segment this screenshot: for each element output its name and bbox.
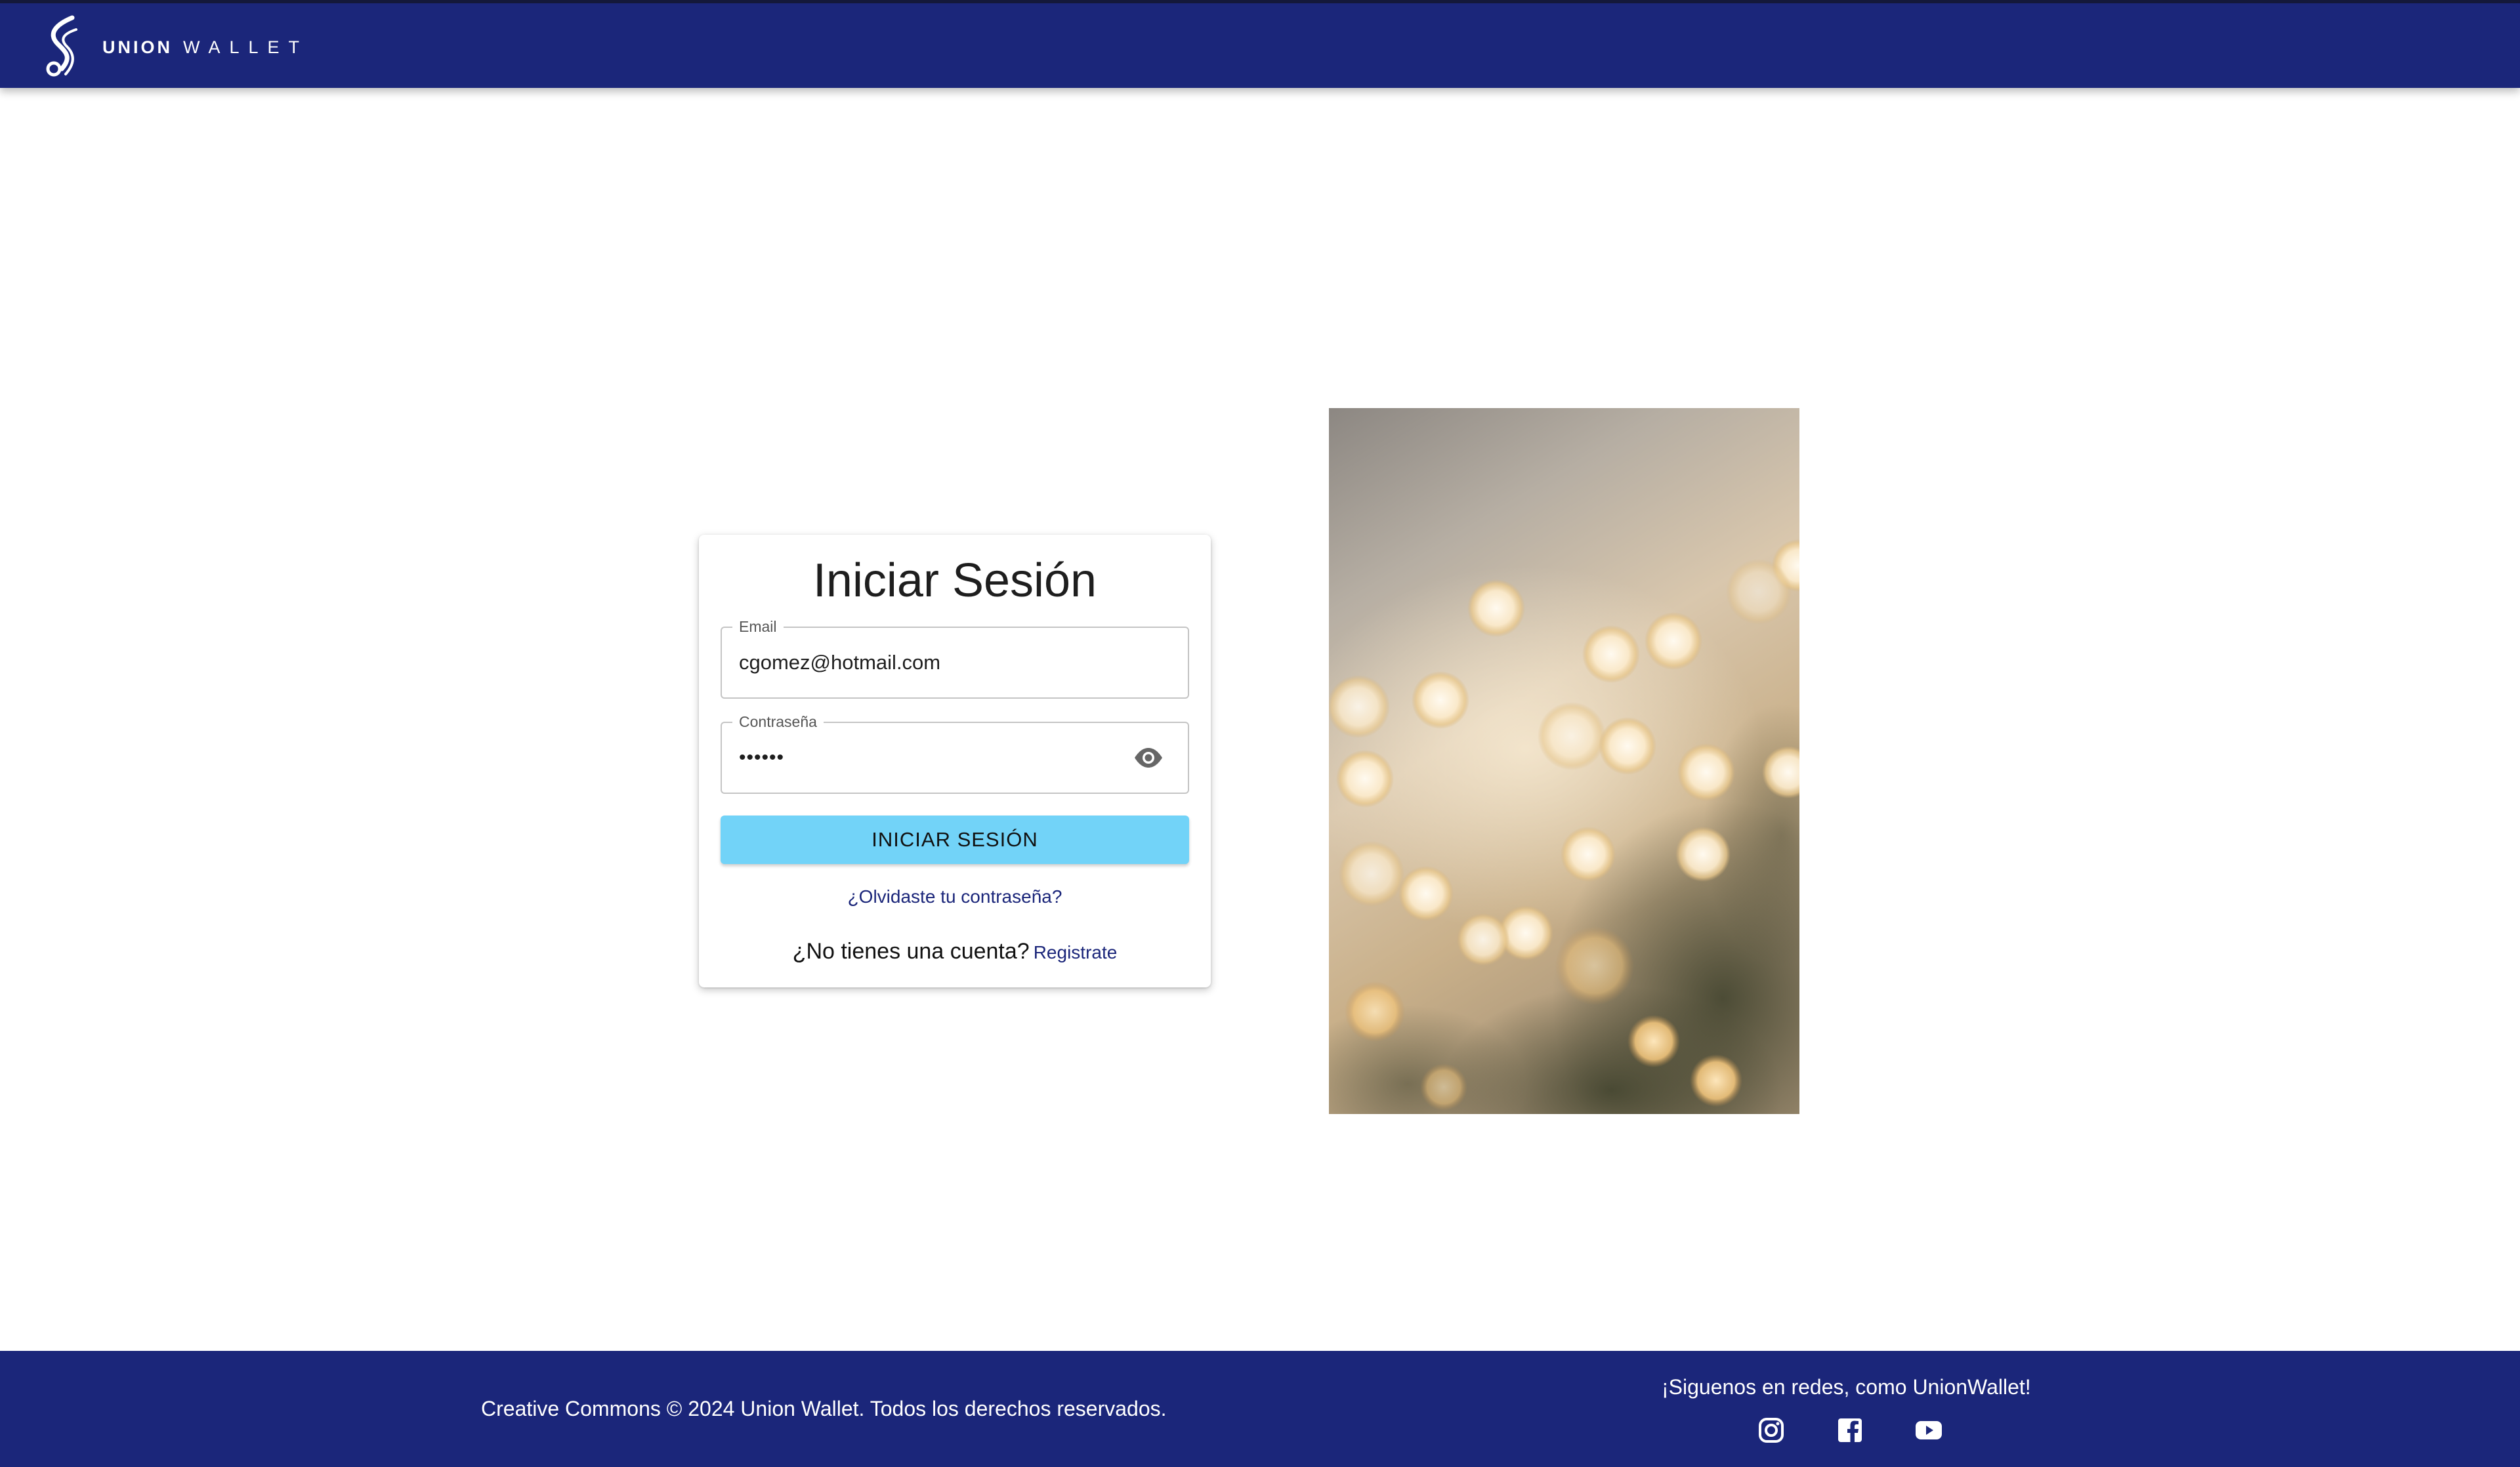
forgot-password-link[interactable]: ¿Olvidaste tu contraseña? — [699, 884, 1211, 910]
register-prompt: ¿No tienes una cuenta? Registrate — [699, 935, 1211, 969]
register-link[interactable]: Registrate — [1034, 942, 1118, 962]
union-wallet-s-icon — [46, 15, 77, 77]
instagram-icon — [1759, 1418, 1784, 1443]
password-field[interactable]: Contraseña — [721, 712, 1189, 794]
top-app-bar: UNION WALLET — [0, 0, 2520, 88]
brand-name-wallet: WALLET — [183, 37, 309, 57]
brand-name-union: UNION — [102, 37, 173, 57]
bokeh-lights-photo — [1329, 408, 1799, 1114]
facebook-link[interactable] — [1834, 1415, 1866, 1446]
youtube-link[interactable] — [1913, 1415, 1944, 1446]
email-field[interactable]: Email — [721, 617, 1189, 699]
youtube-icon — [1916, 1421, 1942, 1439]
login-submit-button[interactable]: INICIAR SESIÓN — [721, 816, 1189, 864]
brand-name: UNION WALLET — [102, 37, 308, 58]
follow-us-text: ¡Siguenos en redes, como UnionWallet! — [1662, 1375, 2031, 1399]
no-account-text: ¿No tienes una cuenta? — [792, 939, 1030, 964]
email-input[interactable] — [739, 628, 1133, 697]
brand-logo[interactable]: UNION WALLET — [42, 15, 308, 79]
login-title: Iniciar Sesión — [812, 554, 1097, 607]
eye-icon — [1135, 748, 1162, 768]
password-input[interactable] — [739, 723, 1133, 793]
bokeh-lights-image — [1329, 408, 1799, 1114]
instagram-link[interactable] — [1755, 1415, 1787, 1446]
facebook-icon — [1838, 1418, 1862, 1442]
login-card: Iniciar Sesión Email Contraseña INICIAR … — [699, 535, 1211, 987]
copyright-text: Creative Commons © 2024 Union Wallet. To… — [481, 1397, 1167, 1420]
site-footer: Creative Commons © 2024 Union Wallet. To… — [0, 1351, 2520, 1467]
toggle-password-visibility-button[interactable] — [1133, 745, 1164, 771]
